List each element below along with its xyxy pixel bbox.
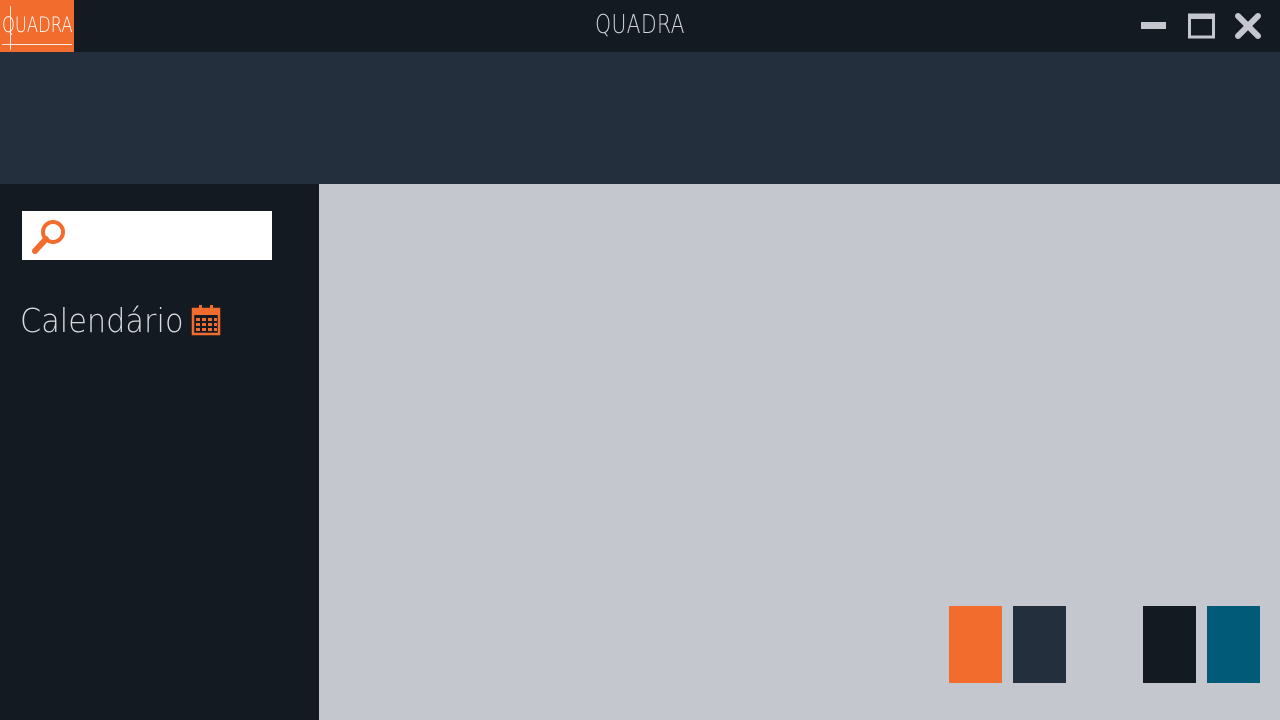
search-box[interactable] — [22, 211, 272, 260]
swatch-ink[interactable] — [1143, 606, 1196, 683]
minimize-icon — [1141, 22, 1166, 29]
header-band — [0, 52, 1280, 184]
maximize-icon — [1188, 13, 1215, 39]
close-button[interactable] — [1232, 10, 1264, 42]
close-icon — [1235, 13, 1261, 39]
search-input[interactable] — [74, 219, 268, 254]
app-logo: QUADRA — [0, 0, 74, 52]
minimize-button[interactable] — [1137, 10, 1169, 42]
logo-text: QUADRA — [2, 13, 73, 37]
maximize-button[interactable] — [1185, 10, 1217, 42]
calendar-icon — [191, 305, 221, 336]
sidebar-item-label: Calendário — [20, 300, 184, 340]
sidebar: Calendário — [0, 184, 319, 720]
swatch-orange[interactable] — [949, 606, 1002, 683]
title-bar: QUADRA QUADRA — [0, 0, 1280, 52]
swatch-slate[interactable] — [1013, 606, 1066, 683]
sidebar-item-calendario[interactable]: Calendário — [20, 296, 221, 344]
window-title: QUADRA — [595, 10, 685, 40]
swatch-teal[interactable] — [1207, 606, 1260, 683]
logo-line-horizontal — [2, 44, 72, 45]
search-icon — [32, 220, 65, 254]
main-content — [319, 184, 1280, 720]
